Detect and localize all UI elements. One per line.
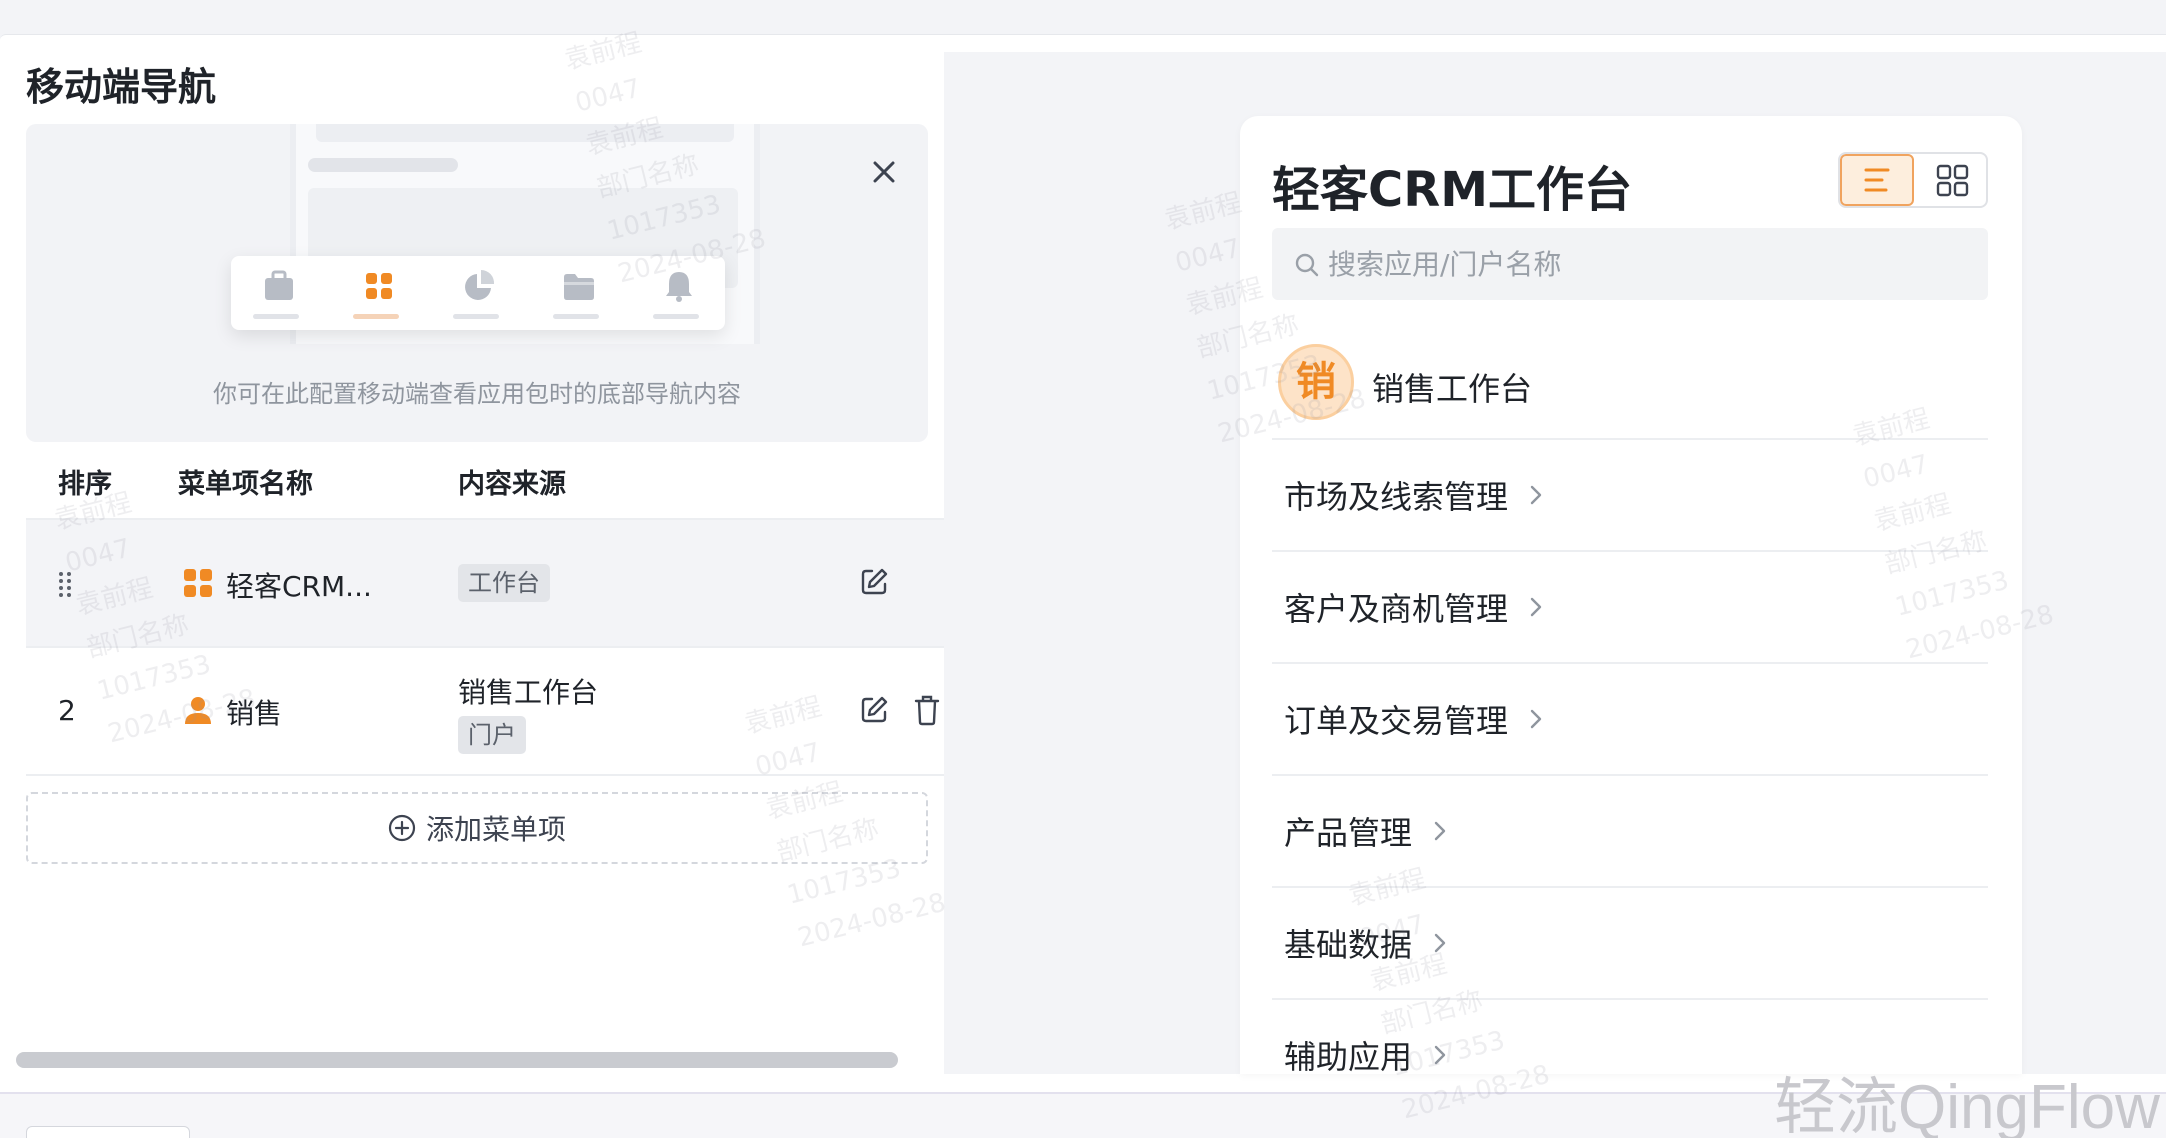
plus-circle-icon xyxy=(388,814,416,842)
folder-icon xyxy=(564,274,594,300)
briefcase-icon xyxy=(265,270,293,300)
apps-grid-icon xyxy=(184,569,212,597)
brand-watermark: 轻流QingFlow xyxy=(1774,1073,2160,1138)
menu-item-label: 辅助应用 xyxy=(1284,1038,1413,1074)
source-tag: 门户 xyxy=(458,716,526,754)
app-title: 轻客CRM工作台 xyxy=(1272,162,1632,218)
grid-view-button[interactable] xyxy=(1916,154,1986,206)
nav-item-folder xyxy=(549,266,609,322)
list-view-button[interactable] xyxy=(1840,154,1914,206)
chevron-right-icon xyxy=(1530,485,1542,505)
menu-item-label: 基础数据 xyxy=(1284,926,1413,964)
user-icon xyxy=(185,697,211,724)
search-icon xyxy=(1295,253,1319,277)
nav-item-briefcase xyxy=(249,266,309,322)
add-menu-item-label: 添加菜单项 xyxy=(425,813,566,846)
bottom-nav-bar xyxy=(231,256,725,330)
close-icon[interactable] xyxy=(864,152,904,192)
footer-button[interactable] xyxy=(26,1126,190,1138)
menu-item-customers[interactable]: 客户及商机管理 xyxy=(1272,552,1988,662)
menu-item-label: 客户及商机管理 xyxy=(1284,590,1509,628)
row-order: 2 xyxy=(58,694,76,727)
apps-grid-icon xyxy=(366,273,392,299)
grid-view-icon xyxy=(1936,164,1969,197)
column-header-source: 内容来源 xyxy=(458,469,566,500)
menu-item-market-leads[interactable]: 市场及线索管理 xyxy=(1272,440,1988,550)
source-tag: 工作台 xyxy=(458,564,550,602)
column-header-name: 菜单项名称 xyxy=(178,469,313,500)
row-source-title: 销售工作台 xyxy=(458,676,599,709)
nav-item-chart xyxy=(449,266,509,322)
chevron-right-icon xyxy=(1434,1045,1446,1065)
search-box xyxy=(1272,228,1988,300)
add-menu-item-button[interactable]: 添加菜单项 xyxy=(26,792,928,864)
menu-item-base-data[interactable]: 基础数据 xyxy=(1272,888,1988,998)
row-divider xyxy=(26,774,944,776)
view-toggle xyxy=(1838,152,1988,208)
column-header-order: 排序 xyxy=(58,469,112,500)
menu-item-label: 市场及线索管理 xyxy=(1284,478,1509,516)
nav-item-bell xyxy=(649,266,709,322)
preview-caption: 你可在此配置移动端查看应用包时的底部导航内容 xyxy=(213,380,741,408)
section-title: 移动端导航 xyxy=(26,65,217,109)
menu-item-products[interactable]: 产品管理 xyxy=(1272,776,1988,886)
chevron-right-icon xyxy=(1434,933,1446,953)
nav-preview: 你可在此配置移动端查看应用包时的底部导航内容 xyxy=(26,124,928,442)
mobile-preview: 轻客CRM工作台 销 销售工作台 xyxy=(1240,116,2022,1074)
horizontal-scrollbar[interactable] xyxy=(16,1052,898,1068)
portal-name: 销售工作台 xyxy=(1372,370,1533,408)
chevron-right-icon xyxy=(1530,597,1542,617)
edit-icon[interactable] xyxy=(858,566,890,598)
bell-icon xyxy=(666,272,692,302)
menu-item-label: 产品管理 xyxy=(1284,814,1413,852)
pie-chart-icon xyxy=(465,269,495,300)
menu-item-orders[interactable]: 订单及交易管理 xyxy=(1272,664,1988,774)
row-menu-name: 销售 xyxy=(226,697,283,730)
edit-icon[interactable] xyxy=(858,694,890,726)
menu-item-label: 订单及交易管理 xyxy=(1284,702,1509,740)
delete-icon[interactable] xyxy=(914,694,940,726)
portal-avatar: 销 xyxy=(1278,344,1354,420)
phone-placeholder-line xyxy=(308,158,458,172)
nav-item-apps xyxy=(349,266,409,322)
top-bar xyxy=(0,0,2166,34)
chevron-right-icon xyxy=(1434,821,1446,841)
list-view-icon xyxy=(1864,168,1890,192)
phone-placeholder-header xyxy=(316,124,734,142)
drag-handle-icon[interactable] xyxy=(56,570,74,598)
row-menu-name: 轻客CRM... xyxy=(226,570,372,603)
portal-item[interactable]: 销 销售工作台 xyxy=(1272,330,1988,440)
row-divider xyxy=(26,646,944,648)
search-input[interactable] xyxy=(1328,228,1968,300)
chevron-right-icon xyxy=(1530,709,1542,729)
